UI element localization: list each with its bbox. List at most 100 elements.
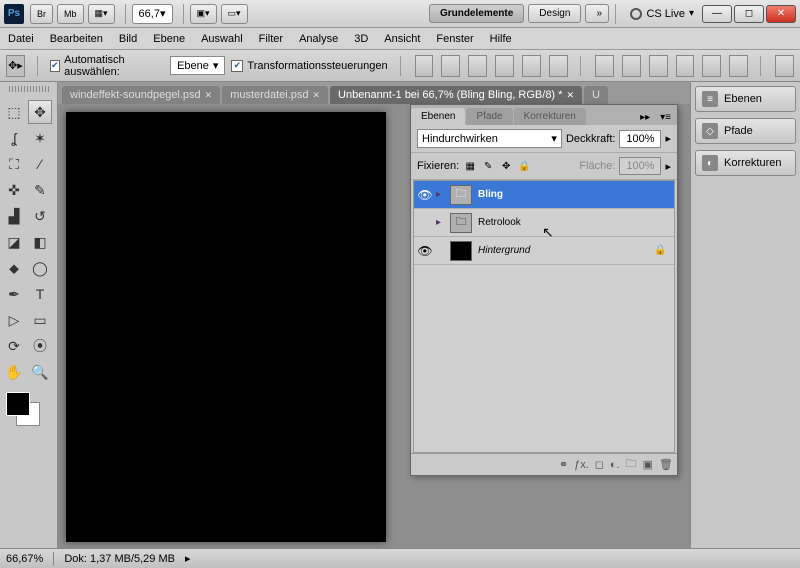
quickselect-tool[interactable]: ✶ [28,126,52,150]
align-bottom-button[interactable] [468,55,487,77]
menu-hilfe[interactable]: Hilfe [490,33,512,45]
marquee-tool[interactable]: ⬚ [2,100,26,124]
3d-camera-tool[interactable]: ⦿ [28,334,52,358]
workspace-tab-active[interactable]: Grundelemente [429,4,524,23]
menu-fenster[interactable]: Fenster [436,33,473,45]
auto-align-button[interactable] [775,55,794,77]
eraser-tool[interactable]: ◪ [2,230,26,254]
distribute-bottom-button[interactable] [649,55,668,77]
layer-expand-icon[interactable]: ▸ [436,189,450,200]
blend-mode-select[interactable]: Hindurchwirken▾ [417,129,562,148]
status-zoom[interactable]: 66,67% [6,553,43,565]
distribute-left-button[interactable] [676,55,695,77]
lock-pixels-icon[interactable]: ✎ [481,159,495,173]
workspace-more[interactable]: » [585,4,609,23]
blur-tool[interactable]: ⬥ [2,256,26,280]
lock-all-icon[interactable]: 🔒 [517,159,531,173]
arrange-button[interactable]: ▣▾ [190,4,217,24]
align-right-button[interactable] [549,55,568,77]
zoom-dropdown[interactable]: 66,7 ▾ [132,4,173,24]
distribute-vcenter-button[interactable] [622,55,641,77]
transform-controls-checkbox[interactable]: ✔Transformationssteuerungen [231,60,387,72]
clone-tool[interactable]: ▟ [2,204,26,228]
workspace-tab-design[interactable]: Design [528,4,581,23]
toolbox-grip[interactable] [2,86,55,96]
menu-bild[interactable]: Bild [119,33,137,45]
dodge-tool[interactable]: ◯ [28,256,52,280]
align-vcenter-button[interactable] [441,55,460,77]
new-layer-icon[interactable]: ▣ [643,458,653,471]
dock-corrections-button[interactable]: ◐Korrekturen [695,150,796,176]
history-brush-tool[interactable]: ↺ [28,204,52,228]
move-tool-icon[interactable]: ✥▸ [6,55,25,77]
align-hcenter-button[interactable] [522,55,541,77]
fill-slider-icon[interactable]: ▸ [665,160,671,173]
distribute-right-button[interactable] [729,55,748,77]
menu-ebene[interactable]: Ebene [153,33,185,45]
panel-tab-korrekturen[interactable]: Korrekturen [514,108,586,125]
screenmode-button[interactable]: ▭▾ [221,4,248,24]
layer-visibility-icon[interactable]: 👁 [414,188,436,202]
layer-name[interactable]: Retrolook [478,217,674,228]
align-left-button[interactable] [495,55,514,77]
lasso-tool[interactable]: ʆ [2,126,26,150]
layer-visibility-icon[interactable]: 👁 [414,244,436,258]
layer-row-bling[interactable]: 👁 ▸ 🗀 Bling [414,181,674,209]
shape-tool[interactable]: ▭ [28,308,52,332]
zoom-tool[interactable]: 🔍 [28,360,52,384]
minibridge-button[interactable]: Mb [57,4,84,24]
panel-collapse-icon[interactable]: ▸▸ [636,110,654,125]
menu-analyse[interactable]: Analyse [299,33,338,45]
menu-filter[interactable]: Filter [259,33,283,45]
doc-tab-3[interactable]: Unbenannt-1 bei 66,7% (Bling Bling, RGB/… [330,86,582,104]
lock-transparent-icon[interactable]: ▦ [463,159,477,173]
doc-tab-1[interactable]: windeffekt-soundpegel.psd✕ [62,86,220,104]
adjustment-layer-icon[interactable]: ◐. [610,459,620,471]
auto-select-target[interactable]: Ebene▾ [170,56,225,75]
menu-ansicht[interactable]: Ansicht [384,33,420,45]
minimize-button[interactable]: — [702,5,732,23]
menu-3d[interactable]: 3D [354,33,368,45]
panel-tab-ebenen[interactable]: Ebenen [411,108,465,125]
menu-bearbeiten[interactable]: Bearbeiten [50,33,103,45]
layer-lock-icon[interactable]: 🔒 [654,245,674,256]
hand-tool[interactable]: ✋ [2,360,26,384]
opacity-input[interactable]: 100% [619,130,661,148]
layer-expand-icon[interactable]: ▸ [436,217,450,228]
move-tool[interactable]: ✥ [28,100,52,124]
spot-heal-tool[interactable]: ✜ [2,178,26,202]
close-button[interactable]: ✕ [766,5,796,23]
close-tab-icon[interactable]: ✕ [566,90,574,101]
color-swatches[interactable] [2,392,42,432]
layer-name[interactable]: Hintergrund [478,245,654,256]
menu-datei[interactable]: Datei [8,33,34,45]
layer-row-retrolook[interactable]: ▸ 🗀 Retrolook [414,209,674,237]
type-tool[interactable]: T [28,282,52,306]
maximize-button[interactable]: ◻ [734,5,764,23]
doc-tab-2[interactable]: musterdatei.psd✕ [222,86,328,104]
distribute-top-button[interactable] [595,55,614,77]
brush-tool[interactable]: ✎ [28,178,52,202]
canvas[interactable] [66,112,386,542]
link-layers-icon[interactable]: ⚭ [559,458,568,471]
layer-fx-icon[interactable]: ƒx. [574,459,589,471]
view-extras-button[interactable]: ▦▾ [88,4,115,24]
delete-layer-icon[interactable]: 🗑 [659,458,673,471]
layer-row-hintergrund[interactable]: 👁 Hintergrund 🔒 [414,237,674,265]
bridge-button[interactable]: Br [30,4,53,24]
menu-auswahl[interactable]: Auswahl [201,33,243,45]
gradient-tool[interactable]: ◧ [28,230,52,254]
3d-rotate-tool[interactable]: ⟳ [2,334,26,358]
pen-tool[interactable]: ✒ [2,282,26,306]
path-select-tool[interactable]: ▷ [2,308,26,332]
distribute-hcenter-button[interactable] [702,55,721,77]
crop-tool[interactable]: ⛶ [2,152,26,176]
opacity-slider-icon[interactable]: ▸ [665,132,671,145]
dock-paths-button[interactable]: ◇Pfade [695,118,796,144]
panel-menu-icon[interactable]: ▾≡ [656,110,675,125]
close-tab-icon[interactable]: ✕ [312,90,320,101]
layer-name[interactable]: Bling [478,189,674,200]
eyedropper-tool[interactable]: ⁄ [28,152,52,176]
dock-layers-button[interactable]: ≡Ebenen [695,86,796,112]
align-top-button[interactable] [415,55,434,77]
